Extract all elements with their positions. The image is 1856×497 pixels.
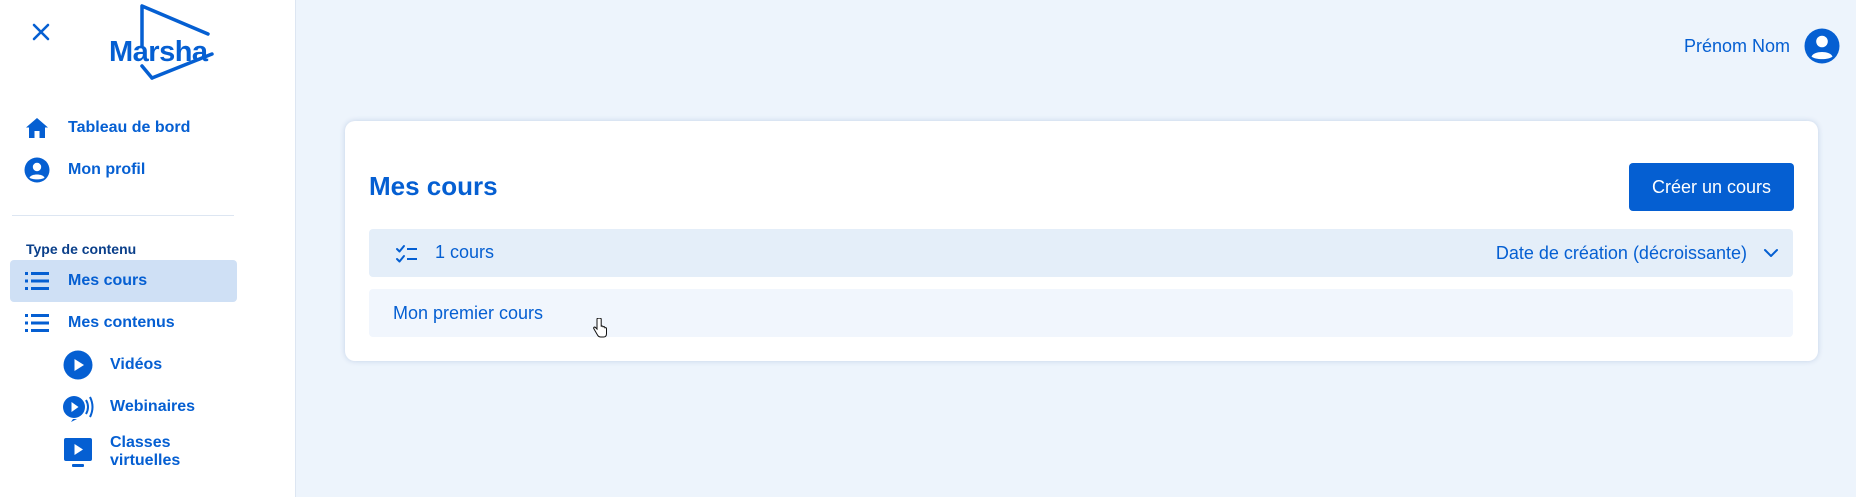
sidebar-item-label: Mes cours <box>68 272 148 289</box>
sidebar-item-virtual-classes[interactable]: Classes virtuelles <box>58 433 228 473</box>
sidebar-item-label: Mon profil <box>68 161 146 178</box>
content-type-section-label: Type de contenu <box>26 241 137 257</box>
marsha-logo[interactable]: Marsha <box>106 2 222 80</box>
sidebar-item-profile[interactable]: Mon profil <box>10 149 237 191</box>
broadcast-icon <box>62 391 94 423</box>
sidebar-item-label: Webinaires <box>110 398 196 415</box>
list-icon <box>24 311 50 335</box>
create-course-button[interactable]: Créer un cours <box>1629 163 1794 211</box>
courses-card: Mes cours Créer un cours 1 cours Date de… <box>345 121 1818 361</box>
sidebar-item-my-courses[interactable]: Mes cours <box>10 260 237 302</box>
list-icon <box>24 269 50 293</box>
sidebar-item-label: Vidéos <box>110 356 163 373</box>
presentation-play-icon <box>62 437 94 469</box>
close-icon <box>32 23 50 41</box>
home-icon <box>24 116 50 140</box>
logo-text: Marsha <box>109 36 208 68</box>
user-avatar-icon <box>1804 28 1840 64</box>
chevron-down-icon <box>1764 249 1778 257</box>
sort-select[interactable]: Date de création (décroissante) <box>1496 229 1779 277</box>
user-menu[interactable]: Prénom Nom <box>1684 28 1840 64</box>
mouse-cursor-icon <box>593 318 607 338</box>
courses-count: 1 cours <box>435 242 495 262</box>
sort-select-value: Date de création (décroissante) <box>1495 242 1747 263</box>
sidebar: Marsha Tableau de bord Mon profil Type d… <box>0 0 296 497</box>
user-name: Prénom Nom <box>1683 35 1790 56</box>
course-title: Mon premier cours <box>393 303 544 323</box>
close-menu-button[interactable] <box>28 19 54 45</box>
courses-filter-bar: 1 cours Date de création (décroissante) <box>369 229 1793 277</box>
sidebar-item-label-line2: virtuelles <box>110 452 181 469</box>
user-circle-icon <box>24 157 50 183</box>
sidebar-item-label: Mes contenus <box>68 314 175 331</box>
sidebar-item-label: Tableau de bord <box>68 119 191 136</box>
sidebar-item-webinars[interactable]: Webinaires <box>58 391 228 423</box>
sidebar-item-label-line1: Classes <box>110 434 171 451</box>
sidebar-divider <box>12 215 234 216</box>
course-list-item[interactable]: Mon premier cours <box>369 289 1793 337</box>
sidebar-item-videos[interactable]: Vidéos <box>58 349 228 381</box>
sidebar-item-dashboard[interactable]: Tableau de bord <box>10 107 237 149</box>
sidebar-item-my-contents[interactable]: Mes contenus <box>10 302 237 344</box>
checklist-icon <box>396 245 417 263</box>
play-circle-icon <box>62 349 94 381</box>
page-title: Mes cours <box>369 171 498 201</box>
